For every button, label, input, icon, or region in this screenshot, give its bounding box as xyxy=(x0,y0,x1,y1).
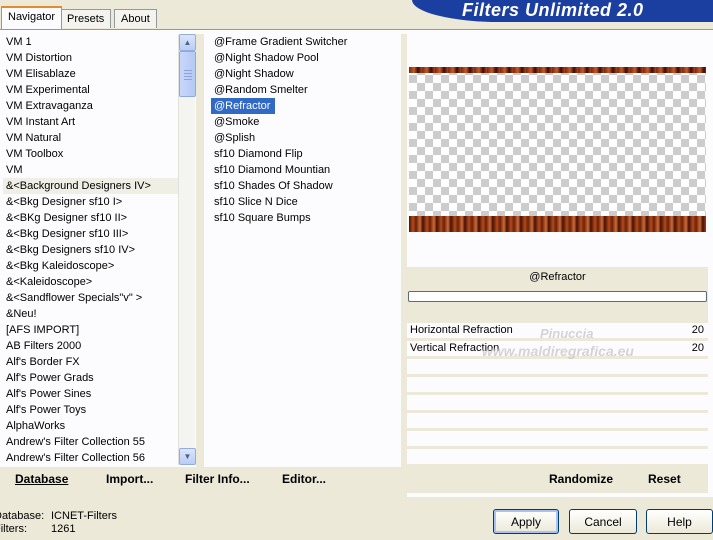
filter-item[interactable]: @Refractor xyxy=(211,98,275,114)
filter-item[interactable]: sf10 Diamond Mountian xyxy=(211,162,399,178)
filters-count: 1261 xyxy=(51,523,76,535)
param-row-empty xyxy=(407,395,708,411)
category-item[interactable]: VM Natural xyxy=(3,130,178,146)
filter-list[interactable]: @Frame Gradient Switcher @Night Shadow Po… xyxy=(211,34,399,226)
filter-item[interactable]: @Smoke xyxy=(211,114,399,130)
category-item[interactable]: VM 1 xyxy=(3,34,178,50)
scroll-thumb[interactable] xyxy=(179,51,196,97)
database-label: Database: xyxy=(0,510,45,522)
category-item[interactable]: Alf's Border FX xyxy=(3,354,178,370)
scroll-up-button[interactable]: ▲ xyxy=(179,34,196,51)
database-value: ICNET-Filters xyxy=(51,510,117,522)
category-item[interactable]: AB Filters 2000 xyxy=(3,338,178,354)
category-item[interactable]: VM Toolbox xyxy=(3,146,178,162)
category-item[interactable]: VM Extravaganza xyxy=(3,98,178,114)
filter-item[interactable]: @Night Shadow Pool xyxy=(211,50,399,66)
progress-bar xyxy=(408,291,707,302)
param-row-empty xyxy=(407,377,708,393)
category-item[interactable]: &<Kaleidoscope> xyxy=(3,274,178,290)
category-item[interactable]: VM Experimental xyxy=(3,82,178,98)
category-item[interactable]: &<Background Designers IV> xyxy=(3,178,178,194)
chevron-up-icon: ▲ xyxy=(183,38,192,47)
category-item[interactable]: Andrew's Filter Collection 56 xyxy=(3,450,178,466)
filter-item[interactable]: sf10 Square Bumps xyxy=(211,210,399,226)
filter-name-label: @Refractor xyxy=(529,271,586,283)
watermark-url: www.maldiregrafica.eu xyxy=(482,343,634,359)
category-item[interactable]: Andrew's Filter Collection 55 xyxy=(3,434,178,450)
cancel-button[interactable]: Cancel xyxy=(569,509,637,534)
randomize-button[interactable]: Randomize xyxy=(549,472,613,486)
filter-item[interactable]: sf10 Slice N Dice xyxy=(211,194,399,210)
category-item[interactable]: Alf's Power Toys xyxy=(3,402,178,418)
tab-presets[interactable]: Presets xyxy=(60,9,112,28)
import-button[interactable]: Import... xyxy=(106,472,153,486)
param-value[interactable]: 20 xyxy=(692,342,704,354)
filter-item[interactable]: sf10 Shades Of Shadow xyxy=(211,178,399,194)
help-button[interactable]: Help xyxy=(646,509,713,534)
filter-item[interactable]: @Frame Gradient Switcher xyxy=(211,34,399,50)
param-label: Horizontal Refraction xyxy=(410,324,513,336)
category-item[interactable]: VM Instant Art xyxy=(3,114,178,130)
category-item[interactable]: &<Bkg Designer sf10 I> xyxy=(3,194,178,210)
param-row-empty xyxy=(407,359,708,375)
filter-item[interactable]: sf10 Diamond Flip xyxy=(211,146,399,162)
app-title: Filters Unlimited 2.0 xyxy=(462,0,644,20)
preview-top-strip xyxy=(409,67,706,73)
preview-image xyxy=(409,67,706,232)
title-banner: Filters Unlimited 2.0 xyxy=(412,0,713,22)
category-item[interactable]: &<Bkg Kaleidoscope> xyxy=(3,258,178,274)
divider xyxy=(196,34,204,467)
editor-button[interactable]: Editor... xyxy=(282,472,326,486)
param-row-empty xyxy=(407,431,708,447)
preview-bottom-strip xyxy=(409,216,706,232)
category-item[interactable]: Alf's Power Grads xyxy=(3,370,178,386)
apply-button[interactable]: Apply xyxy=(493,509,559,534)
category-item[interactable]: VM xyxy=(3,162,178,178)
category-scrollbar[interactable]: ▲ ▼ xyxy=(178,34,196,465)
category-item[interactable]: Alf's Power Sines xyxy=(3,386,178,402)
param-row-empty xyxy=(407,413,708,429)
category-item[interactable]: &<Bkg Designer sf10 III> xyxy=(3,226,178,242)
category-item[interactable]: VM Distortion xyxy=(3,50,178,66)
category-item[interactable]: VM Elisablaze xyxy=(3,66,178,82)
category-item[interactable]: &Neu! xyxy=(3,306,178,322)
reset-button[interactable]: Reset xyxy=(648,472,681,486)
filter-item[interactable]: @Random Smelter xyxy=(211,82,399,98)
tab-about[interactable]: About xyxy=(114,9,157,28)
filter-info-button[interactable]: Filter Info... xyxy=(185,472,250,486)
param-row-empty xyxy=(407,449,708,465)
param-value[interactable]: 20 xyxy=(692,324,704,336)
scroll-down-button[interactable]: ▼ xyxy=(179,448,196,465)
category-item[interactable]: &<BKg Designer sf10 II> xyxy=(3,210,178,226)
category-item[interactable]: AlphaWorks xyxy=(3,418,178,434)
filter-item[interactable]: @Splish xyxy=(211,130,399,146)
chevron-down-icon: ▼ xyxy=(183,452,192,461)
param-header-space xyxy=(407,304,708,322)
category-item[interactable]: &<Bkg Designers sf10 IV> xyxy=(3,242,178,258)
filters-label: Filters: xyxy=(0,523,27,535)
database-button[interactable]: Database xyxy=(15,472,68,486)
category-item[interactable]: &<Sandflower Specials"v" > xyxy=(3,290,178,306)
filter-item[interactable]: @Night Shadow xyxy=(211,66,399,82)
category-list[interactable]: VM 1 VM Distortion VM Elisablaze VM Experim… xyxy=(3,34,178,466)
tab-navigator[interactable]: Navigator xyxy=(1,6,63,29)
watermark-name: Pinuccia xyxy=(540,326,594,341)
category-item[interactable]: [AFS IMPORT] xyxy=(3,322,178,338)
